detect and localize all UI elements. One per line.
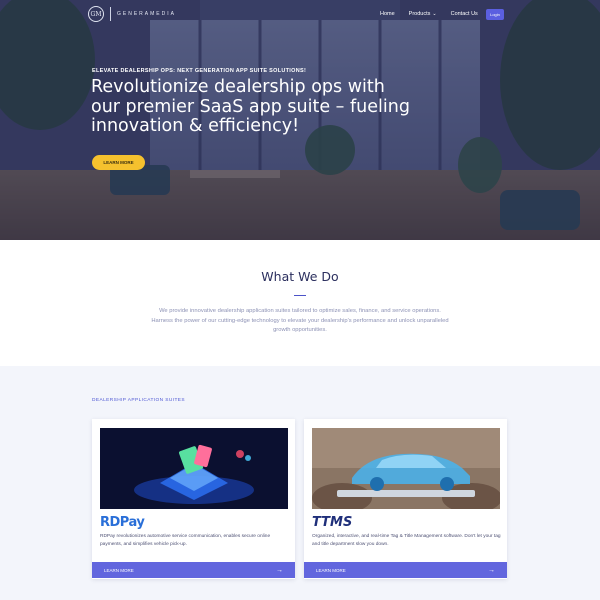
nav-item-label: Contact Us <box>450 11 478 17</box>
rdpay-description: RDPay revolutionizes automotive service … <box>100 534 271 547</box>
hero-title: Revolutionize dealership ops with our pr… <box>91 77 410 136</box>
ttms-product-image <box>312 428 500 509</box>
suites-label: DEALERSHIP APPLICATION SUITES <box>92 398 185 403</box>
brand-logo[interactable]: GM GENERAMEDIA <box>88 6 176 22</box>
logo-mark: GM <box>88 6 104 22</box>
nav-item-products[interactable]: Products ⌄ <box>409 11 437 17</box>
main-nav: Home Products ⌄ Contact Us <box>380 11 492 17</box>
rdpay-logo: RDPay <box>100 514 145 530</box>
ttms-logo-text: TTMS <box>312 514 353 530</box>
rdpay-product-image <box>100 428 288 509</box>
rdpay-learn-more-button[interactable]: LEARN MORE → <box>92 562 295 578</box>
nav-item-home[interactable]: Home <box>380 11 395 17</box>
ttms-logo: TTMS <box>312 514 353 530</box>
nav-item-label: Products <box>408 11 431 17</box>
nav-item-label: Home <box>380 11 395 17</box>
arrow-right-icon: → <box>276 566 283 574</box>
hero-eyebrow: ELEVATE DEALERSHIP OPS: NEXT GENERATION … <box>92 68 307 74</box>
button-label: LEARN MORE <box>104 567 134 573</box>
logo-wordmark: GENERAMEDIA <box>117 11 176 17</box>
chevron-down-icon: ⌄ <box>432 11 437 17</box>
logo-divider <box>110 7 111 21</box>
what-we-do-title: What We Do <box>261 269 339 284</box>
rdpay-logo-text: RDPay <box>100 514 145 530</box>
nav-item-contact-us[interactable]: Contact Us <box>451 11 478 17</box>
what-we-do-body: We provide innovative dealership applica… <box>151 308 449 333</box>
hero-learn-more-button[interactable]: LEARN MORE <box>92 155 145 170</box>
login-button[interactable]: Login <box>486 9 504 20</box>
suites-section <box>0 366 600 600</box>
title-underline <box>294 295 306 296</box>
arrow-right-icon: → <box>488 566 495 574</box>
ttms-description: Organized, interactive, and real-time Ta… <box>312 534 501 547</box>
ttms-learn-more-button[interactable]: LEARN MORE → <box>304 562 507 578</box>
hero-section: GM GENERAMEDIA Home Products ⌄ Contact U… <box>0 0 600 240</box>
product-card-rdpay: RDPay RDPay revolutionizes automotive se… <box>92 419 295 579</box>
product-card-ttms: TTMS Organized, interactive, and real-ti… <box>304 419 507 579</box>
button-label: LEARN MORE <box>316 567 346 573</box>
